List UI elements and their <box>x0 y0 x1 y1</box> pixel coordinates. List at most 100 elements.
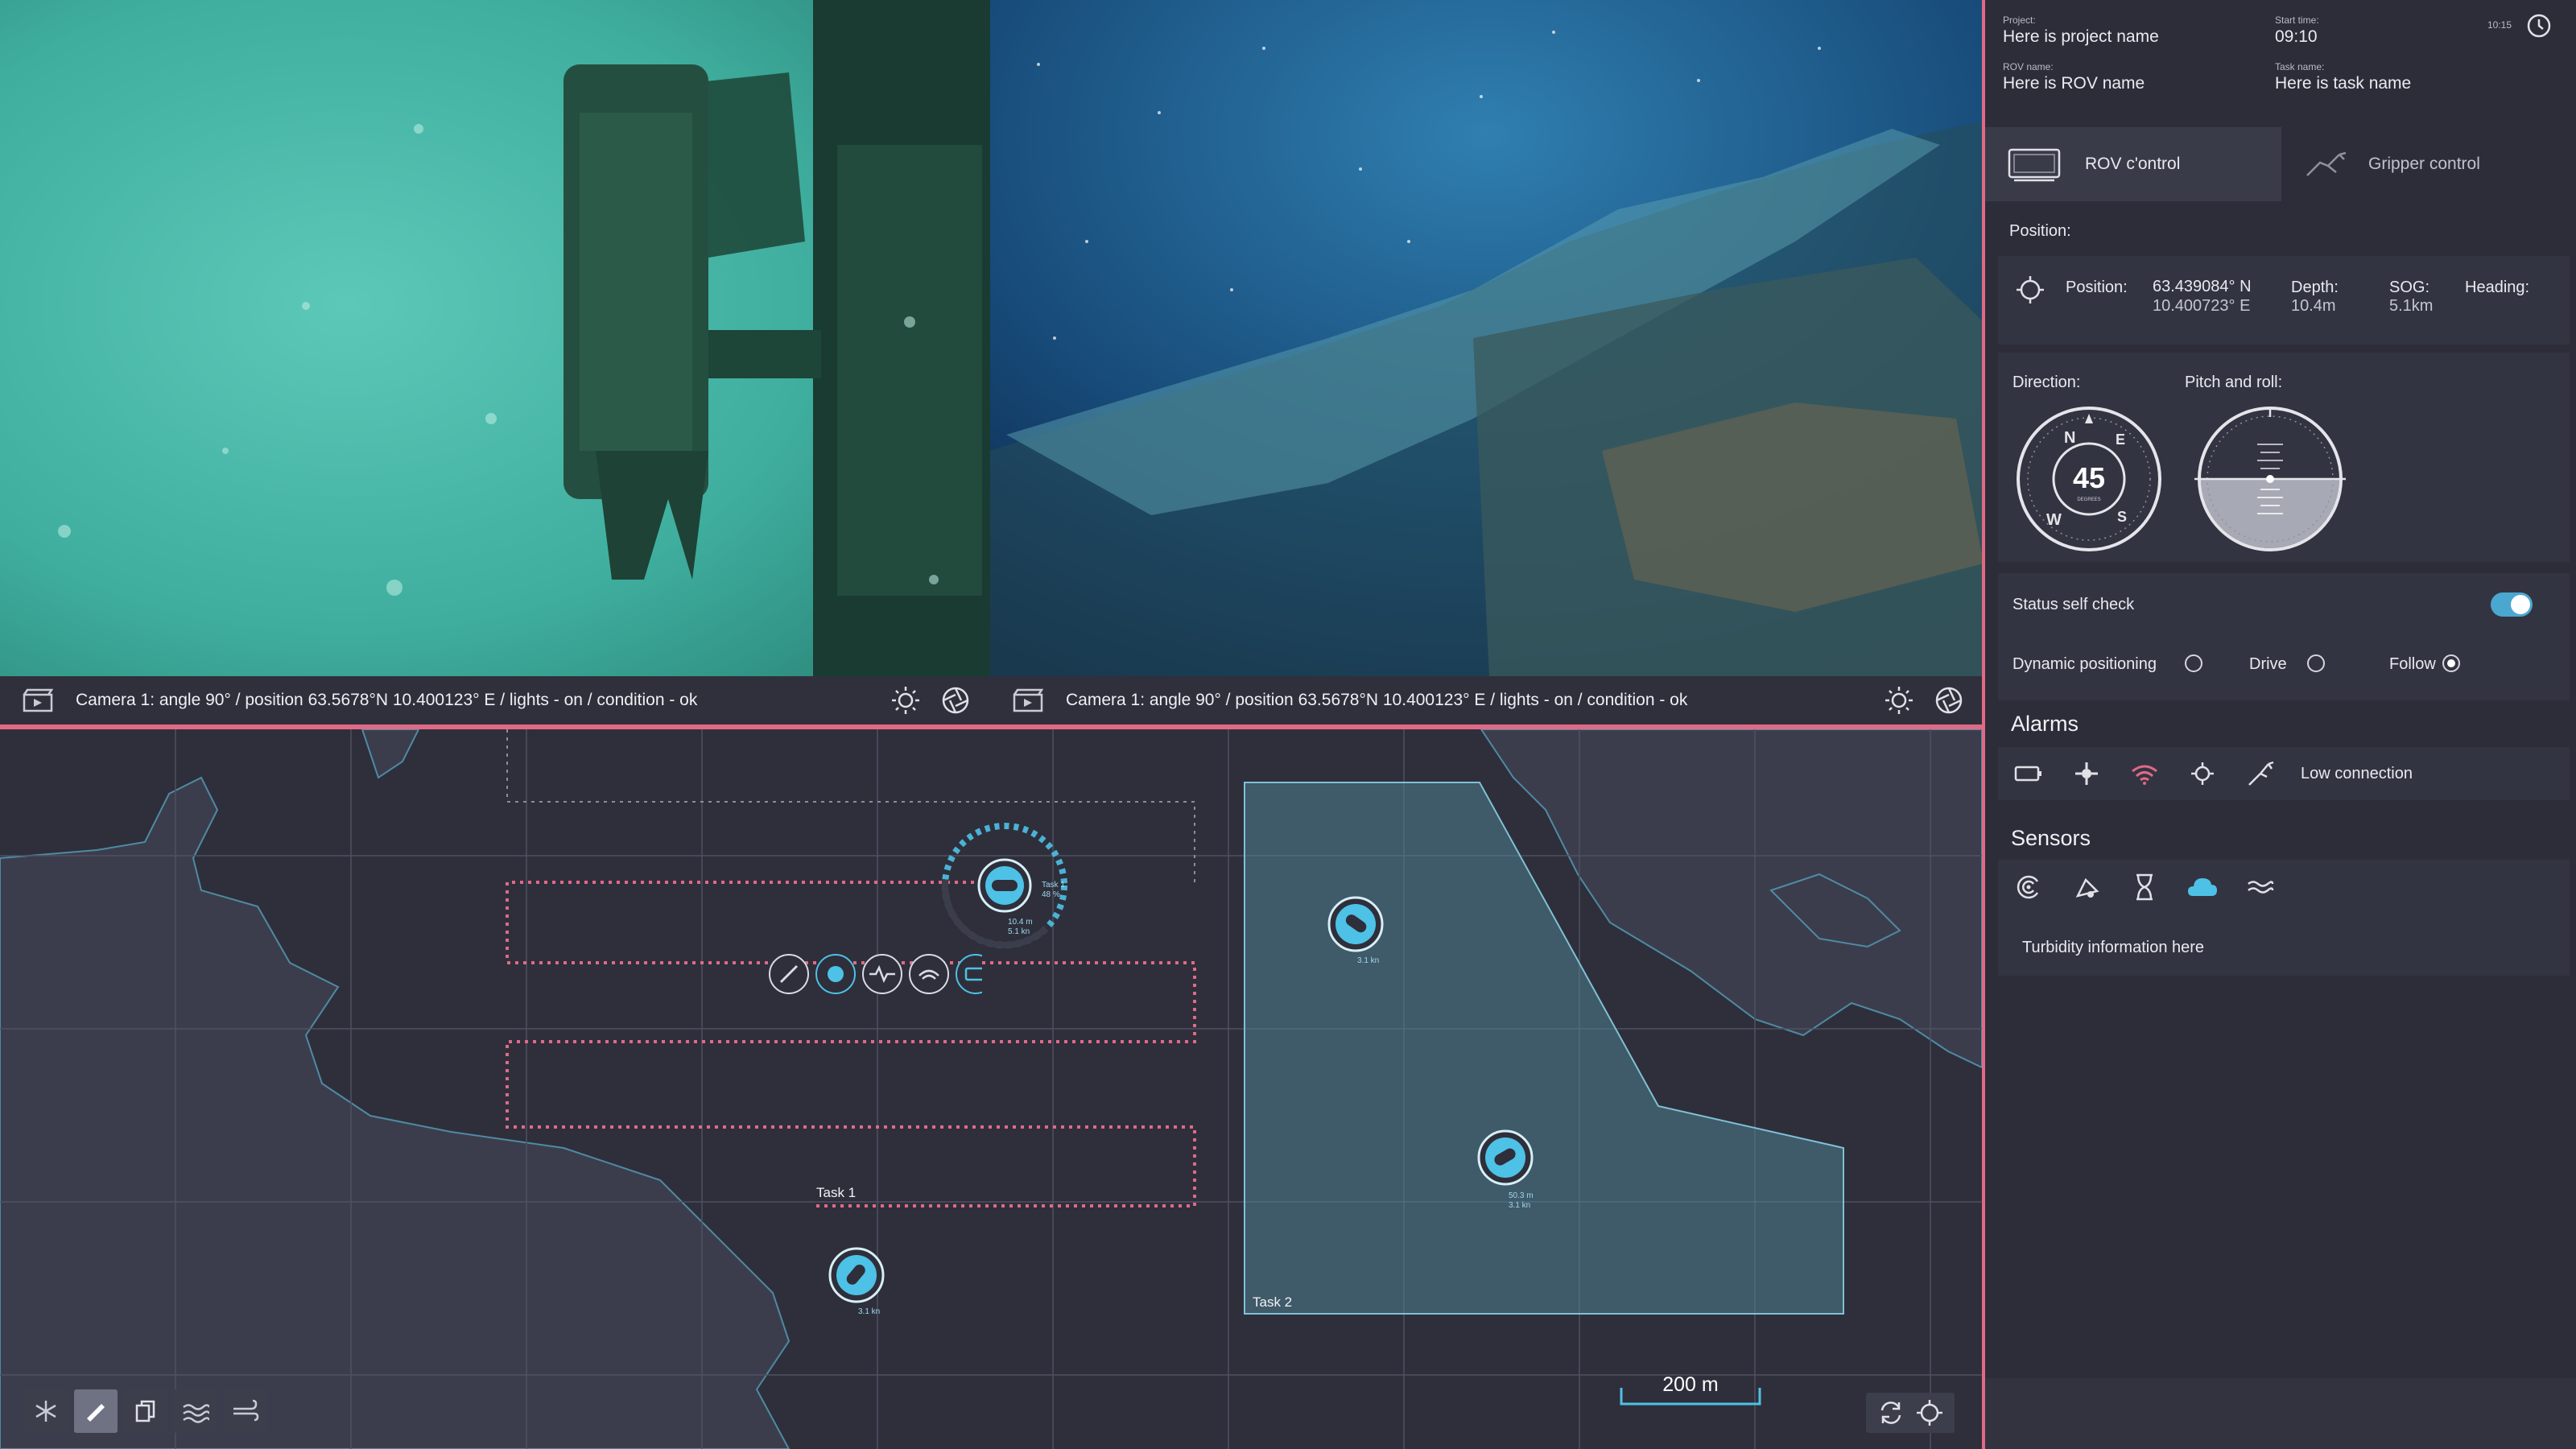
waves-layer-button[interactable] <box>174 1389 217 1433</box>
pitch-roll-gauge <box>2194 407 2346 551</box>
mode-drive-radio[interactable] <box>2307 654 2325 672</box>
hourglass-sensor-icon[interactable] <box>2125 868 2164 906</box>
rov-c-marker[interactable] <box>828 1246 886 1304</box>
depth-label: Depth: <box>2291 279 2339 296</box>
clock-time: 10:15 <box>2487 19 2512 31</box>
project-value: Here is project name <box>2003 27 2159 46</box>
rov-main-task: Task 1 <box>1042 881 1065 890</box>
control-panel: Project: Here is project name Start time… <box>1985 0 2576 1449</box>
thruster-alarm-icon[interactable] <box>2067 754 2106 793</box>
alarms-title: Alarms <box>2011 712 2079 736</box>
brightness-icon[interactable] <box>1884 685 1914 716</box>
sog-value: 5.1km <box>2389 297 2434 315</box>
task-1-label: Task 1 <box>816 1185 857 1200</box>
wifi-alarm-icon[interactable] <box>2125 754 2164 793</box>
mode-follow-radio[interactable] <box>2442 654 2460 672</box>
instruments-card: Direction: Pitch and roll: N E S W 45 DE… <box>1998 353 2570 562</box>
control-tabs: ROV c'ontrol Gripper control <box>1985 127 2576 201</box>
status-toggle[interactable] <box>2491 592 2533 617</box>
camera-feed-2[interactable]: Camera 1: angle 90° / position 63.5678°N… <box>990 0 1984 724</box>
camera-2-image <box>990 0 1984 676</box>
rov-main-marker[interactable] <box>977 858 1032 913</box>
turbidity-sensor-icon[interactable] <box>2183 868 2222 906</box>
wind-layer-button[interactable] <box>224 1389 267 1433</box>
position-title: Position: <box>2009 222 2071 240</box>
alarm-message: Low connection <box>2301 765 2413 782</box>
rov-main-depth: 10.4 m <box>1008 918 1033 927</box>
snowflake-icon <box>35 1401 56 1422</box>
rov-icon <box>2008 148 2061 182</box>
compass-degrees: 45 <box>2073 461 2105 494</box>
camera-1-caption: Camera 1: angle 90° / position 63.5678°N… <box>76 691 698 709</box>
clapperboard-icon[interactable] <box>1013 688 1043 712</box>
rov-main-speed: 5.1 kn <box>1008 927 1030 936</box>
position-card: Position: 63.439084° N 10.400723° E Dept… <box>1998 256 2570 345</box>
mission-map[interactable]: Task 1 48 % 10.4 m 5.1 kn 3.1 kn 50.3 m … <box>0 729 1982 1449</box>
heading-label: Heading: <box>2465 279 2530 296</box>
start-time-value: 09:10 <box>2275 27 2318 46</box>
current-sensor-icon[interactable] <box>2241 868 2280 906</box>
project-label: Project: <box>2003 14 2036 26</box>
sonar-sensor-icon[interactable] <box>2009 868 2048 906</box>
panel-footer <box>1985 1378 2576 1449</box>
aperture-icon[interactable] <box>940 685 971 716</box>
status-toggle-knob <box>2511 595 2530 614</box>
depth-value: 10.4m <box>2291 297 2336 315</box>
tab-rov-control-label: ROV c'ontrol <box>2085 155 2181 173</box>
gripper-alarm-icon[interactable] <box>2241 754 2280 793</box>
ruler-icon <box>87 1404 105 1422</box>
compass-n: N <box>2064 429 2075 447</box>
camera-feed-1[interactable]: Camera 1: angle 90° / position 63.5678°N… <box>0 0 990 724</box>
map-scale: 200 m <box>1620 1373 1761 1406</box>
rov-main-progress: 48 % <box>1042 890 1060 899</box>
target-alarm-icon[interactable] <box>2183 754 2222 793</box>
compass-e: E <box>2116 431 2125 448</box>
rov-b-marker[interactable] <box>1476 1129 1534 1187</box>
camera-1-status-bar: Camera 1: angle 90° / position 63.5678°N… <box>0 676 990 724</box>
clock-icon[interactable] <box>2526 13 2552 39</box>
sog-label: SOG: <box>2389 279 2430 296</box>
map-controls <box>1866 1393 1955 1433</box>
tab-gripper-control[interactable]: Gripper control <box>2281 127 2576 201</box>
brightness-icon[interactable] <box>890 685 921 716</box>
start-time-label: Start time: <box>2275 14 2319 26</box>
locate-icon[interactable] <box>1916 1399 1943 1426</box>
rov-name-value: Here is ROV name <box>2003 74 2145 93</box>
camera-1-image <box>0 0 990 676</box>
scale-bar-line <box>1620 1388 1761 1406</box>
rov-status-chips <box>769 954 982 994</box>
camera-2-caption: Camera 1: angle 90° / position 63.5678°N… <box>1066 691 1688 709</box>
compass-gauge: N E S W 45 DEGREES <box>2017 407 2161 551</box>
aperture-icon[interactable] <box>1934 685 1964 716</box>
rov-b-speed: 3.1 kn <box>1509 1201 1531 1210</box>
light-sensor-icon[interactable] <box>2067 868 2106 906</box>
direction-title: Direction: <box>2013 374 2081 391</box>
refresh-icon[interactable] <box>1877 1399 1905 1426</box>
mode-dynamic-label: Dynamic positioning <box>2013 655 2157 673</box>
alarms-card: Low connection <box>1998 747 2570 800</box>
weather-snow-button[interactable] <box>24 1389 68 1433</box>
clapperboard-icon[interactable] <box>23 688 53 712</box>
mode-dynamic-radio[interactable] <box>2185 654 2202 672</box>
compass-s: S <box>2117 509 2127 525</box>
sensors-card: Turbidity information here <box>1998 860 2570 976</box>
status-label: Status self check <box>2013 596 2135 613</box>
gripper-icon <box>2306 151 2347 176</box>
position-latitude: 63.439084° N <box>2153 278 2252 295</box>
documents-icon <box>135 1400 155 1422</box>
copy-layer-button[interactable] <box>124 1389 167 1433</box>
compass-degrees-unit: DEGREES <box>2077 497 2100 502</box>
rov-name-label: ROV name: <box>2003 61 2054 72</box>
rov-b-depth: 50.3 m <box>1509 1191 1534 1200</box>
position-longitude: 10.400723° E <box>2153 297 2251 315</box>
measure-tool-button[interactable] <box>74 1389 118 1433</box>
battery-alarm-icon[interactable] <box>2009 754 2048 793</box>
waves-icon <box>183 1404 209 1423</box>
rov-a-marker[interactable] <box>1327 895 1385 953</box>
mode-drive-label: Drive <box>2249 655 2287 673</box>
camera-2-status-bar: Camera 1: angle 90° / position 63.5678°N… <box>990 676 1984 724</box>
map-canvas <box>0 729 1982 1449</box>
mode-follow-label: Follow <box>2389 655 2436 673</box>
tab-rov-control[interactable]: ROV c'ontrol <box>1985 127 2281 201</box>
sensors-title: Sensors <box>2011 826 2091 850</box>
